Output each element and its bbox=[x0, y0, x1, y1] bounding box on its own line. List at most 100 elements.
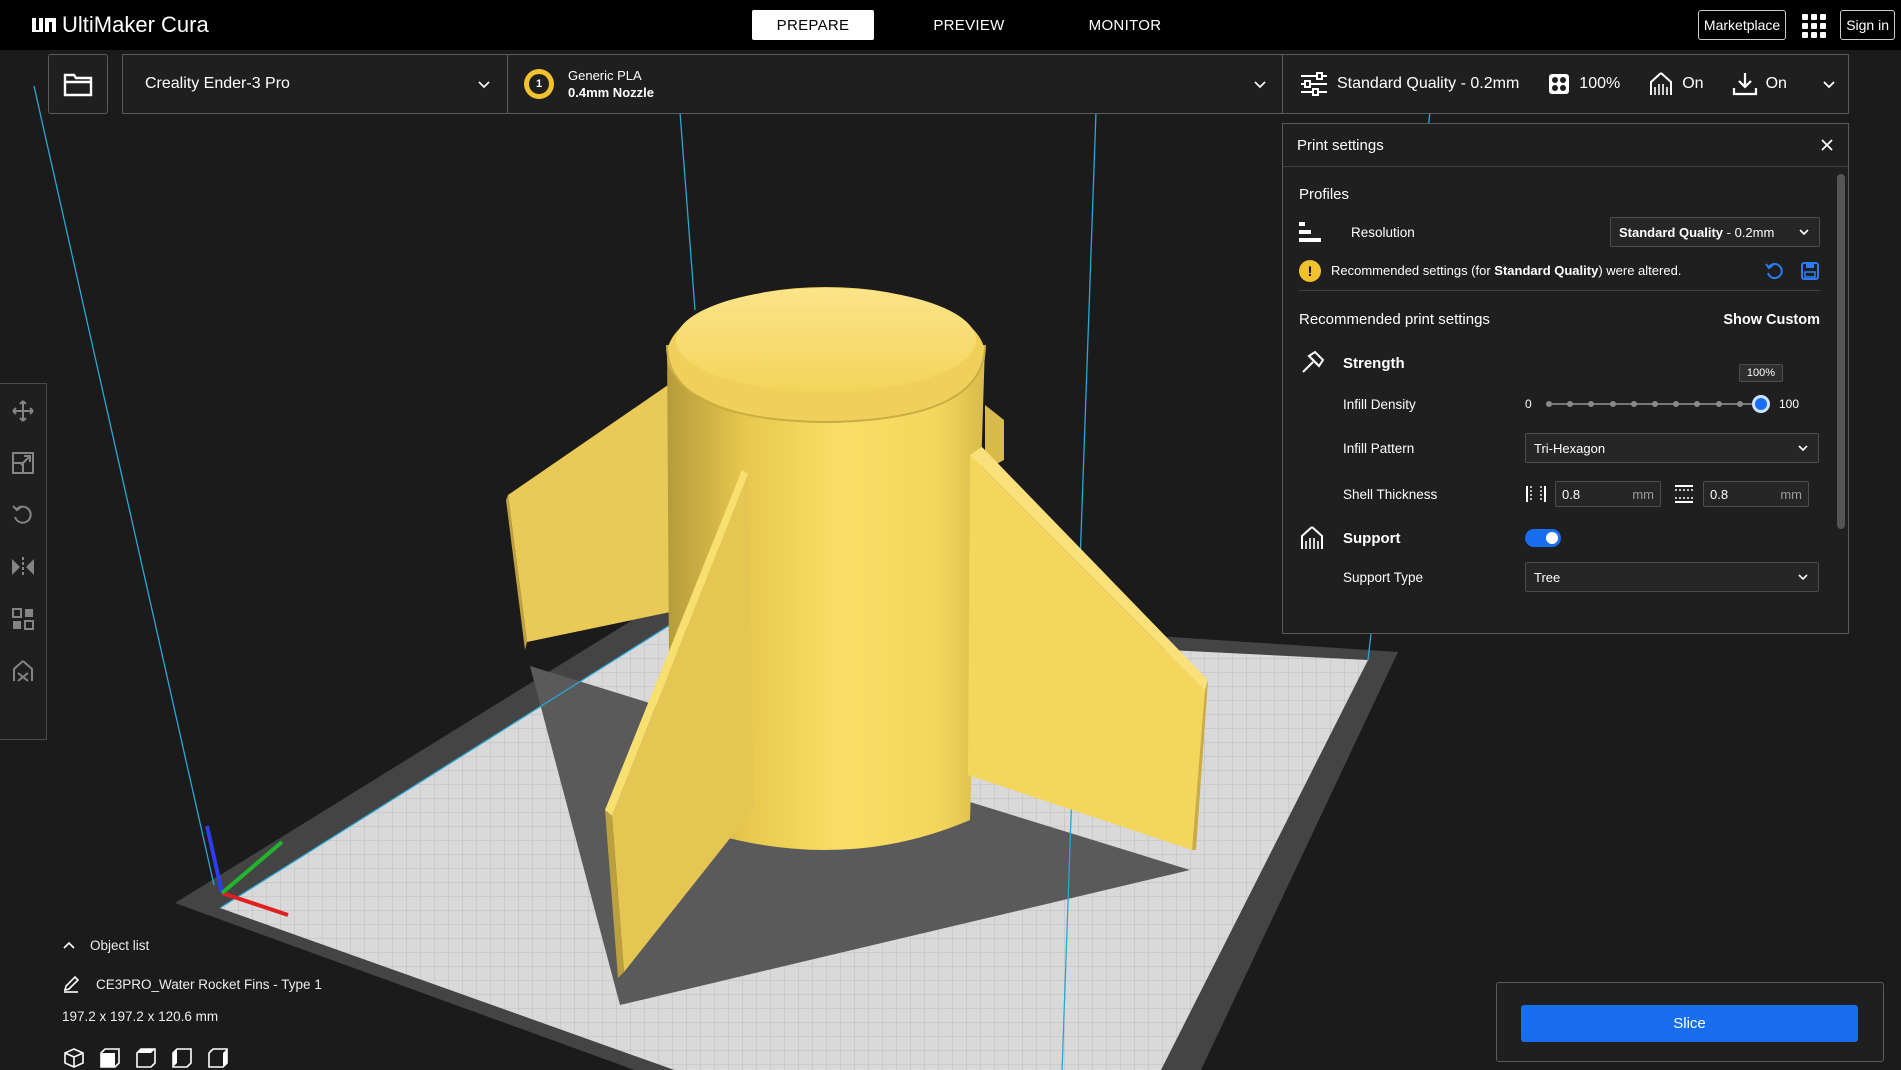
slider-tick bbox=[1673, 401, 1680, 407]
view-top-icon[interactable] bbox=[134, 1046, 158, 1070]
sliders-icon bbox=[1301, 72, 1327, 96]
profiles-heading: Profiles bbox=[1299, 186, 1350, 203]
app-title: UltiMaker Cura bbox=[62, 12, 209, 37]
panel-title: Print settings bbox=[1297, 136, 1384, 154]
scale-tool-icon[interactable] bbox=[10, 450, 36, 476]
resolution-value-bold: Standard Quality bbox=[1619, 224, 1724, 240]
marketplace-button[interactable]: Marketplace bbox=[1697, 10, 1787, 40]
slider-handle[interactable] bbox=[1752, 395, 1770, 413]
move-tool-icon[interactable] bbox=[10, 398, 36, 424]
per-model-settings-icon[interactable] bbox=[10, 606, 36, 632]
extruder-icon: 1 bbox=[524, 69, 554, 99]
altered-warning: ! Recommended settings (for Standard Qua… bbox=[1299, 251, 1820, 291]
support-icon bbox=[1301, 526, 1323, 549]
tab-preview[interactable]: PREVIEW bbox=[908, 10, 1030, 40]
left-toolbar bbox=[0, 383, 47, 740]
rotate-tool-icon[interactable] bbox=[10, 502, 36, 528]
chevron-down-icon bbox=[1254, 81, 1266, 89]
view-left-icon[interactable] bbox=[170, 1046, 194, 1070]
object-list-toggle[interactable]: Object list bbox=[62, 938, 322, 953]
infill-density-label: Infill Density bbox=[1343, 396, 1416, 412]
slider-tick bbox=[1609, 401, 1616, 407]
recommended-heading: Recommended print settings bbox=[1299, 311, 1490, 328]
slider-tick bbox=[1567, 401, 1574, 407]
pencil-icon bbox=[63, 975, 80, 993]
sign-in-button[interactable]: Sign in bbox=[1840, 10, 1895, 40]
printer-bar: Creality Ender-3 Pro 1 Generic PLA 0.4mm… bbox=[48, 54, 1284, 114]
infill-pattern-value: Tri-Hexagon bbox=[1534, 440, 1606, 456]
object-list-item[interactable]: CE3PRO_Water Rocket Fins - Type 1 bbox=[62, 975, 322, 993]
altered-message: Recommended settings (for Standard Quali… bbox=[1331, 263, 1682, 278]
reset-icon[interactable] bbox=[1764, 261, 1784, 281]
wall-thickness-value: 0.8 bbox=[1562, 486, 1581, 502]
apps-grid-icon[interactable] bbox=[1800, 12, 1827, 38]
infill-pattern-label: Infill Pattern bbox=[1343, 440, 1415, 456]
resolution-label: Resolution bbox=[1351, 224, 1415, 240]
support-icon bbox=[1650, 72, 1673, 95]
top-bottom-thickness-value: 0.8 bbox=[1710, 486, 1729, 502]
warning-icon: ! bbox=[1299, 259, 1321, 282]
nozzle-size: 0.4mm Nozzle bbox=[568, 85, 654, 100]
slider-tick bbox=[1652, 401, 1658, 407]
shell-thickness-label: Shell Thickness bbox=[1343, 486, 1438, 502]
infill-icon bbox=[1549, 74, 1570, 94]
infill-pattern-dropdown[interactable]: Tri-Hexagon bbox=[1525, 433, 1819, 463]
tab-monitor[interactable]: MONITOR bbox=[1064, 10, 1186, 40]
profile-summary: Standard Quality - 0.2mm bbox=[1299, 71, 1519, 97]
slider-tick bbox=[1694, 401, 1701, 407]
ultimaker-logo-icon bbox=[32, 18, 56, 32]
adhesion-icon bbox=[1732, 73, 1757, 96]
top-bottom-thickness-icon bbox=[1675, 485, 1693, 503]
mirror-tool-icon[interactable] bbox=[10, 554, 36, 580]
support-blocker-icon[interactable] bbox=[10, 658, 36, 684]
camera-view-buttons bbox=[62, 1046, 322, 1070]
top-bar: UltiMaker Cura PREPARE PREVIEW MONITOR M… bbox=[0, 0, 1901, 50]
adhesion-value: On bbox=[1765, 75, 1787, 92]
chevron-down-icon[interactable] bbox=[1822, 77, 1836, 91]
show-custom-button[interactable]: Show Custom bbox=[1723, 312, 1820, 328]
support-type-dropdown[interactable]: Tree bbox=[1525, 562, 1819, 592]
app-logo: UltiMaker Cura bbox=[30, 12, 209, 38]
save-icon[interactable] bbox=[1800, 261, 1820, 281]
support-heading: Support bbox=[1343, 529, 1401, 547]
slider-tick bbox=[1630, 401, 1637, 407]
object-list: Object list CE3PRO_Water Rocket Fins - T… bbox=[62, 938, 322, 1070]
hammer-icon bbox=[1302, 350, 1325, 373]
view-3d-icon[interactable] bbox=[62, 1046, 86, 1070]
slider-tick bbox=[1715, 401, 1722, 407]
stage-tabs: PREPARE PREVIEW MONITOR bbox=[752, 10, 1220, 40]
machine-selector[interactable]: Creality Ender-3 Pro bbox=[122, 54, 508, 114]
slider-tick bbox=[1736, 401, 1743, 407]
object-dimensions: 197.2 x 197.2 x 120.6 mm bbox=[62, 1009, 219, 1024]
slice-panel: Slice bbox=[1496, 982, 1884, 1062]
tab-prepare[interactable]: PREPARE bbox=[752, 10, 874, 40]
resolution-dropdown[interactable]: Standard Quality - 0.2mm bbox=[1610, 217, 1820, 247]
slice-button[interactable]: Slice bbox=[1521, 1005, 1858, 1042]
close-icon[interactable] bbox=[1820, 138, 1834, 152]
panel-scrollbar[interactable] bbox=[1837, 174, 1845, 529]
infill-density-slider[interactable]: 100% bbox=[1546, 364, 1783, 414]
open-file-button[interactable] bbox=[48, 54, 108, 114]
support-type-label: Support Type bbox=[1343, 569, 1424, 585]
adhesion-summary: On bbox=[1732, 71, 1787, 97]
infill-summary: 100% bbox=[1547, 72, 1620, 96]
chevron-up-icon bbox=[63, 941, 75, 949]
support-summary: On bbox=[1648, 71, 1704, 97]
support-toggle[interactable] bbox=[1525, 529, 1561, 547]
wall-thickness-input[interactable]: 0.8 mm bbox=[1555, 481, 1661, 507]
fin-back-left bbox=[508, 385, 680, 642]
chevron-down-icon bbox=[1799, 229, 1809, 236]
material-selector[interactable]: 1 Generic PLA 0.4mm Nozzle bbox=[508, 54, 1284, 114]
top-right-actions: Marketplace Sign in bbox=[1697, 10, 1895, 40]
machine-name: Creality Ender-3 Pro bbox=[145, 75, 290, 92]
support-type-value: Tree bbox=[1534, 569, 1561, 585]
top-bottom-thickness-input[interactable]: 0.8 mm bbox=[1703, 481, 1809, 507]
print-settings-panel: Print settings Profiles Resolution Stand… bbox=[1282, 123, 1849, 634]
view-front-icon[interactable] bbox=[98, 1046, 122, 1070]
chevron-down-icon bbox=[478, 81, 490, 89]
object-name: CE3PRO_Water Rocket Fins - Type 1 bbox=[96, 976, 322, 992]
infill-value: 100% bbox=[1579, 75, 1621, 92]
print-settings-summary[interactable]: Standard Quality - 0.2mm 100% On On bbox=[1282, 54, 1849, 114]
material-name: Generic PLA bbox=[568, 68, 642, 83]
view-right-icon[interactable] bbox=[206, 1046, 230, 1070]
